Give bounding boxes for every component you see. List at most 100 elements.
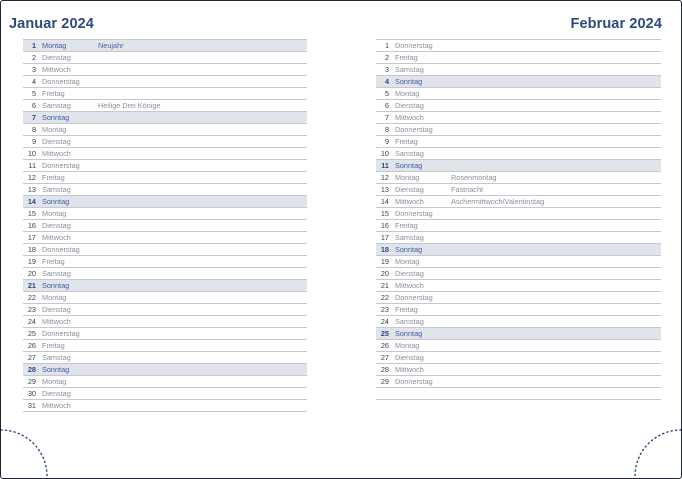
day-number: 2 bbox=[23, 51, 41, 64]
day-row: 22 Donnerstag bbox=[376, 291, 661, 304]
weekday-name: Dienstag bbox=[41, 51, 98, 64]
february-day-rows: 1 Donnerstag 2 Freitag 3 Samstag 4 Sonntag 5 Mont… bbox=[376, 39, 661, 400]
day-number: 20 bbox=[376, 267, 394, 280]
day-number: 28 bbox=[23, 363, 41, 376]
day-row: 21 Sonntag bbox=[23, 279, 307, 292]
day-note bbox=[98, 159, 307, 172]
weekday-name: Mittwoch bbox=[41, 315, 98, 328]
day-number: 19 bbox=[23, 255, 41, 268]
day-note bbox=[451, 255, 661, 268]
day-note bbox=[451, 375, 661, 388]
day-number: 25 bbox=[376, 327, 394, 340]
weekday-name: Sonntag bbox=[41, 111, 98, 124]
day-row: 31 Mittwoch bbox=[23, 399, 307, 412]
day-number: 21 bbox=[23, 279, 41, 292]
day-note bbox=[451, 387, 661, 400]
day-note bbox=[451, 315, 661, 328]
day-note bbox=[98, 255, 307, 268]
weekday-name: Samstag bbox=[394, 315, 451, 328]
day-note bbox=[98, 207, 307, 220]
day-number bbox=[376, 387, 394, 400]
day-number: 10 bbox=[376, 147, 394, 160]
day-note bbox=[451, 63, 661, 76]
weekday-name: Dienstag bbox=[41, 135, 98, 148]
day-row: 24 Samstag bbox=[376, 315, 661, 328]
day-number: 12 bbox=[23, 171, 41, 184]
day-number: 14 bbox=[376, 195, 394, 208]
day-row: 26 Montag bbox=[376, 339, 661, 352]
day-number: 10 bbox=[23, 147, 41, 160]
day-row: 5 Montag bbox=[376, 87, 661, 100]
weekday-name: Samstag bbox=[394, 147, 451, 160]
weekday-name: Samstag bbox=[41, 183, 98, 196]
day-number: 5 bbox=[23, 87, 41, 100]
weekday-name: Donnerstag bbox=[394, 39, 451, 52]
day-number: 22 bbox=[23, 291, 41, 304]
day-note bbox=[98, 87, 307, 100]
day-row: 16 Freitag bbox=[376, 219, 661, 232]
day-note bbox=[98, 279, 307, 292]
day-row: 10 Samstag bbox=[376, 147, 661, 160]
weekday-name: Samstag bbox=[41, 351, 98, 364]
weekday-name: Donnerstag bbox=[394, 375, 451, 388]
day-row: 15 Donnerstag bbox=[376, 207, 661, 220]
day-number: 29 bbox=[23, 375, 41, 388]
month-title-february: Februar 2024 bbox=[570, 16, 662, 32]
day-row: 2 Freitag bbox=[376, 51, 661, 64]
weekday-name: Mittwoch bbox=[41, 399, 98, 412]
weekday-name: Donnerstag bbox=[394, 291, 451, 304]
day-note bbox=[98, 51, 307, 64]
day-number: 1 bbox=[376, 39, 394, 52]
day-number: 1 bbox=[23, 39, 41, 52]
day-note bbox=[98, 267, 307, 280]
weekday-name: Freitag bbox=[394, 219, 451, 232]
day-note bbox=[451, 75, 661, 88]
day-row: 15 Montag bbox=[23, 207, 307, 220]
weekday-name: Donnerstag bbox=[41, 159, 98, 172]
day-row: 9 Freitag bbox=[376, 135, 661, 148]
day-number: 20 bbox=[23, 267, 41, 280]
day-number: 12 bbox=[376, 171, 394, 184]
day-number: 2 bbox=[376, 51, 394, 64]
weekday-name: Montag bbox=[41, 291, 98, 304]
day-note bbox=[98, 399, 307, 412]
day-row: 8 Montag bbox=[23, 123, 307, 136]
weekday-name: Montag bbox=[41, 207, 98, 220]
day-note bbox=[98, 195, 307, 208]
weekday-name: Donnerstag bbox=[41, 75, 98, 88]
weekday-name: Samstag bbox=[41, 267, 98, 280]
day-number: 7 bbox=[23, 111, 41, 124]
day-note bbox=[98, 387, 307, 400]
weekday-name: Mittwoch bbox=[394, 111, 451, 124]
day-note bbox=[98, 291, 307, 304]
day-number: 6 bbox=[23, 99, 41, 112]
day-row: 24 Mittwoch bbox=[23, 315, 307, 328]
day-number: 18 bbox=[376, 243, 394, 256]
day-note bbox=[451, 123, 661, 136]
january-day-list: 1 Montag Neujahr 2 Dienstag 3 Mittwoch 4 Donners… bbox=[23, 39, 307, 412]
day-row: 27 Samstag bbox=[23, 351, 307, 364]
weekday-name: Freitag bbox=[394, 135, 451, 148]
day-row: 11 Donnerstag bbox=[23, 159, 307, 172]
january-day-rows: 1 Montag Neujahr 2 Dienstag 3 Mittwoch 4 Donners… bbox=[23, 39, 307, 412]
day-number: 27 bbox=[376, 351, 394, 364]
day-row: 2 Dienstag bbox=[23, 51, 307, 64]
day-note bbox=[451, 207, 661, 220]
day-number: 14 bbox=[23, 195, 41, 208]
day-row: 12 Montag Rosenmontag bbox=[376, 171, 661, 184]
day-number: 22 bbox=[376, 291, 394, 304]
day-note bbox=[98, 339, 307, 352]
day-row: 6 Dienstag bbox=[376, 99, 661, 112]
weekday-name: Sonntag bbox=[394, 159, 451, 172]
day-row: 7 Sonntag bbox=[23, 111, 307, 124]
weekday-name: Samstag bbox=[394, 63, 451, 76]
weekday-name: Montag bbox=[394, 339, 451, 352]
day-note bbox=[98, 375, 307, 388]
day-note bbox=[451, 291, 661, 304]
day-note bbox=[98, 75, 307, 88]
day-row: 10 Mittwoch bbox=[23, 147, 307, 160]
day-number: 3 bbox=[376, 63, 394, 76]
day-row: 16 Dienstag bbox=[23, 219, 307, 232]
day-note bbox=[98, 219, 307, 232]
day-row: 7 Mittwoch bbox=[376, 111, 661, 124]
